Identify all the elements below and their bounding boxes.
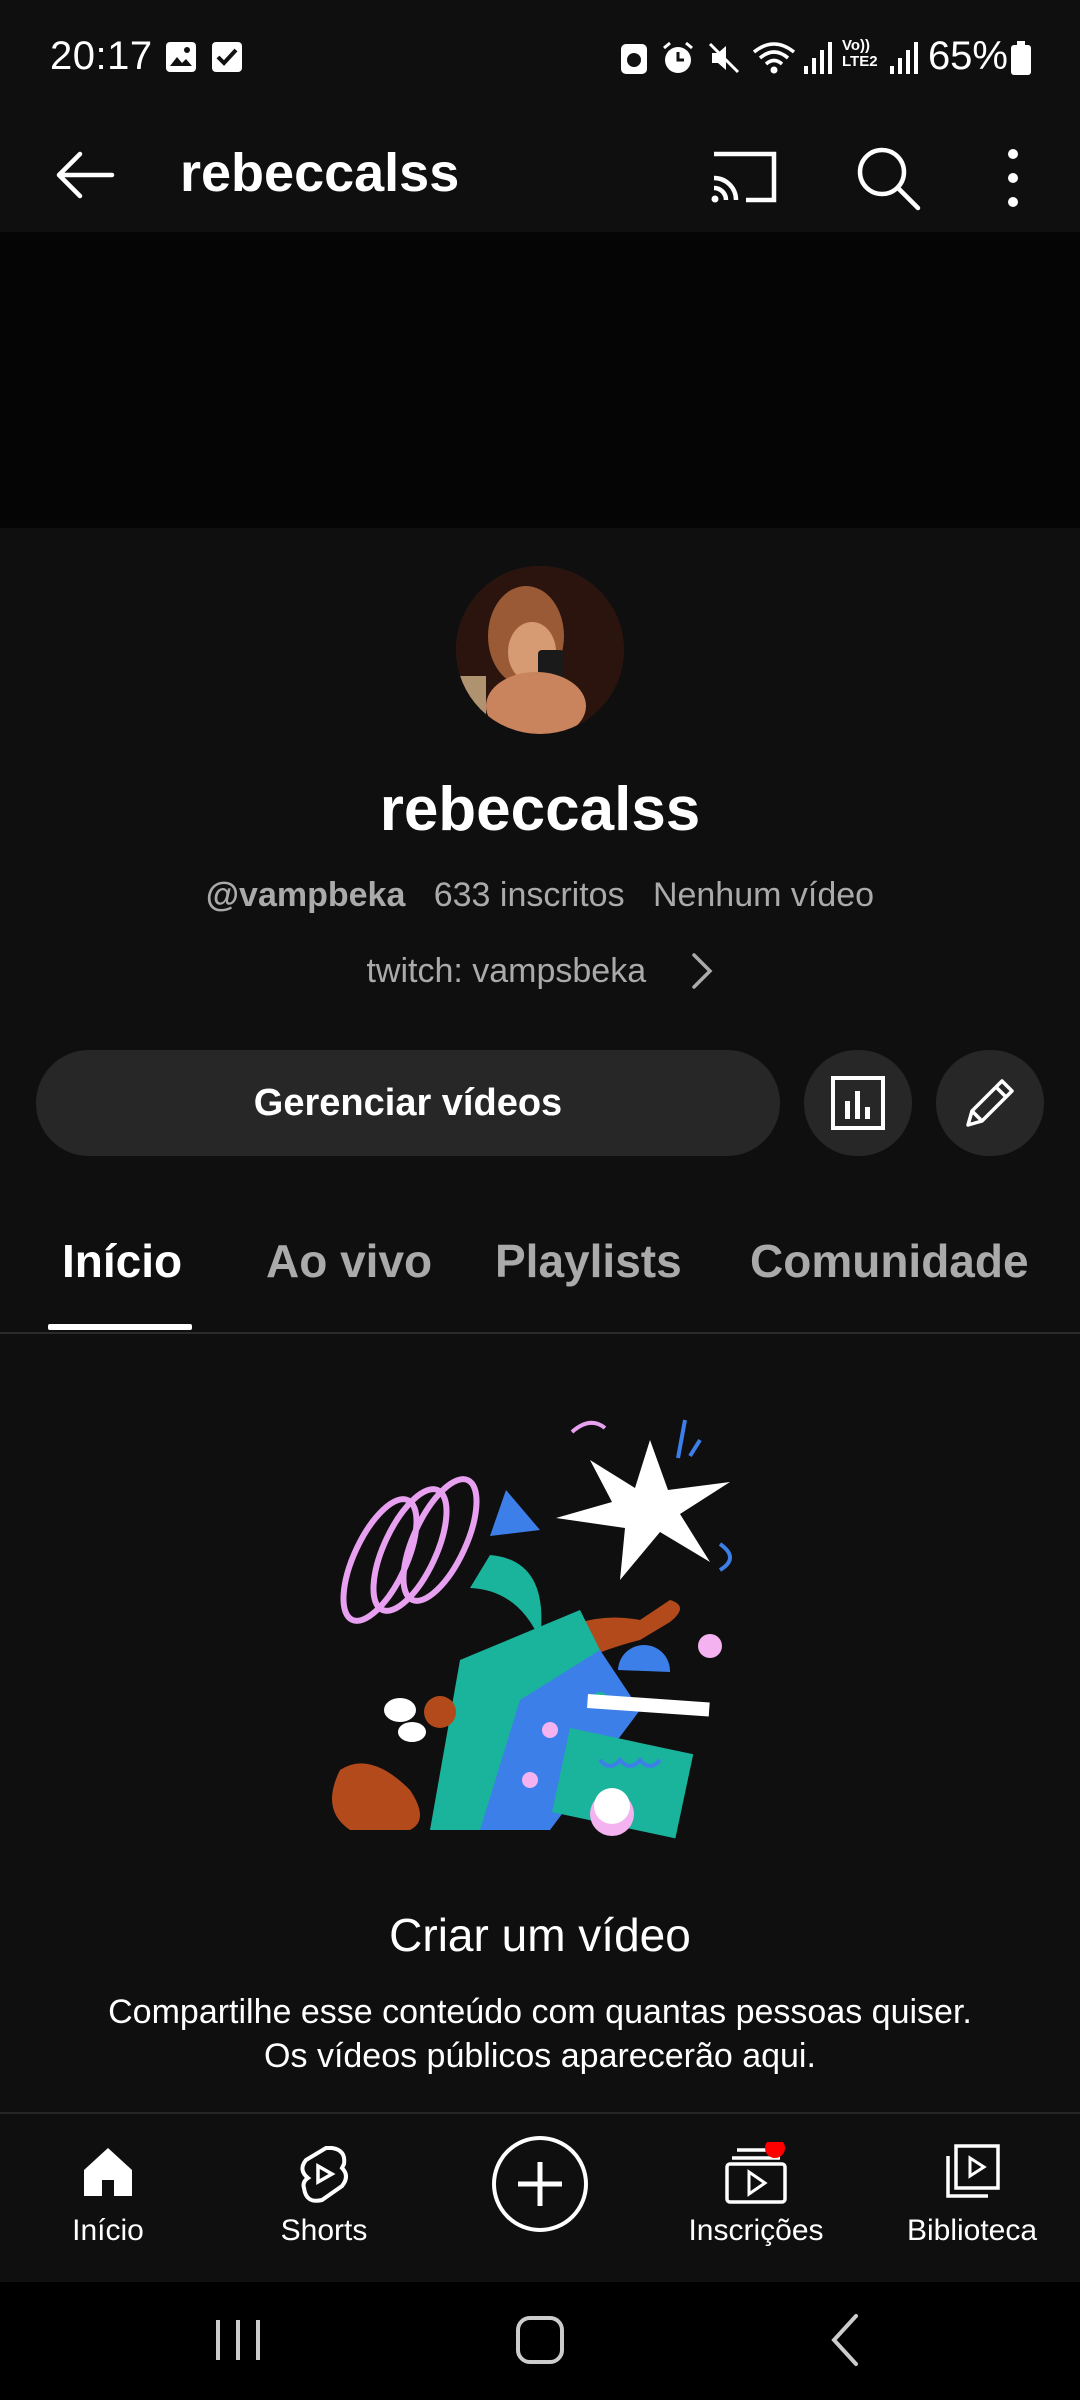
status-time: 20:17 <box>50 34 153 78</box>
home-system-button[interactable] <box>508 2308 572 2377</box>
tab-comunidade[interactable]: Comunidade <box>750 1234 1029 1288</box>
back-button[interactable] <box>44 134 126 216</box>
page-title: rebeccalss <box>180 143 460 203</box>
tab-playlists[interactable]: Playlists <box>495 1234 682 1288</box>
recent-apps-button[interactable] <box>206 2310 270 2375</box>
nav-subscriptions-label: Inscrições <box>688 2214 824 2247</box>
shorts-icon <box>294 2142 354 2211</box>
home-square-icon <box>516 2316 564 2364</box>
channel-stats: @vampbeka 633 inscritos Nenhum vídeo <box>0 876 1080 915</box>
system-back-button[interactable] <box>816 2308 876 2377</box>
check-icon <box>210 40 244 79</box>
analytics-icon <box>831 1076 885 1130</box>
channel-handle: @vampbeka <box>205 876 406 914</box>
tab-inicio[interactable]: Início <box>62 1234 182 1288</box>
battery-icon <box>1010 40 1032 81</box>
channel-banner <box>0 232 1080 528</box>
tab-ao-vivo[interactable]: Ao vivo <box>266 1234 432 1288</box>
image-icon <box>164 40 198 79</box>
nav-create[interactable] <box>432 2114 648 2284</box>
create-icon <box>490 2134 590 2239</box>
cast-icon <box>711 151 777 203</box>
nav-home-label: Início <box>72 2214 144 2247</box>
library-icon <box>942 2142 1002 2207</box>
notification-badge <box>765 2138 785 2158</box>
nav-home[interactable]: Início <box>0 2114 216 2284</box>
signal-icon-2 <box>888 40 920 81</box>
edit-channel-button[interactable] <box>936 1050 1044 1156</box>
volte-icon: Vo)) LTE2 <box>842 37 878 70</box>
empty-state-line-2: Os vídeos públicos aparecerão aqui. <box>264 2037 816 2075</box>
recents-icon <box>216 2320 260 2360</box>
nav-library[interactable]: Biblioteca <box>864 2114 1080 2284</box>
pencil-icon <box>966 1079 1014 1127</box>
system-navigation-bar <box>0 2282 1080 2400</box>
manage-videos-button[interactable]: Gerenciar vídeos <box>36 1050 780 1156</box>
channel-description: twitch: vampsbeka <box>366 951 647 990</box>
avatar[interactable] <box>456 566 624 734</box>
empty-state-line-1: Compartilhe esse conteúdo com quantas pe… <box>108 1993 972 2031</box>
mute-icon <box>706 40 742 81</box>
subscriptions-icon <box>723 2138 789 2211</box>
nav-shorts[interactable]: Shorts <box>216 2114 432 2284</box>
alarm-icon <box>660 40 696 81</box>
bottom-navigation: Início Shorts Inscrições Biblioteca <box>0 2112 1080 2284</box>
create-video-illustration <box>300 1410 780 1850</box>
channel-name: rebeccalss <box>379 775 701 844</box>
wifi-icon <box>752 40 796 81</box>
channel-description-link[interactable]: twitch: vampsbeka <box>0 950 1080 998</box>
home-icon <box>78 2142 138 2207</box>
app-bar: rebeccalss <box>0 120 1080 232</box>
nav-library-label: Biblioteca <box>906 2214 1038 2247</box>
chevron-right-icon <box>691 953 713 989</box>
status-bar: 20:17 Vo)) LTE2 65% <box>0 0 1080 120</box>
search-icon <box>857 147 921 211</box>
channel-tabs: Início Ao vivo Playlists Comunidade <box>0 1200 1080 1334</box>
more-vert-icon <box>1008 149 1018 207</box>
video-count: Nenhum vídeo <box>652 876 875 914</box>
nav-subscriptions[interactable]: Inscrições <box>648 2114 864 2284</box>
search-button[interactable] <box>844 134 932 222</box>
save-icon <box>618 40 650 81</box>
more-options-button[interactable] <box>972 134 1054 222</box>
active-tab-indicator <box>48 1324 192 1330</box>
avatar-photo <box>456 566 624 734</box>
battery-percent: 65% <box>927 34 1008 78</box>
empty-state-description: Compartilhe esse conteúdo com quantas pe… <box>0 1990 1080 2078</box>
subscriber-count: 633 inscritos <box>433 876 625 914</box>
signal-icon <box>802 40 834 81</box>
back-arrow-icon <box>56 151 115 199</box>
system-back-icon <box>831 2314 858 2366</box>
cast-button[interactable] <box>700 134 788 222</box>
nav-shorts-label: Shorts <box>280 2214 368 2247</box>
analytics-button[interactable] <box>804 1050 912 1156</box>
empty-state-title: Criar um vídeo <box>389 1909 691 1961</box>
